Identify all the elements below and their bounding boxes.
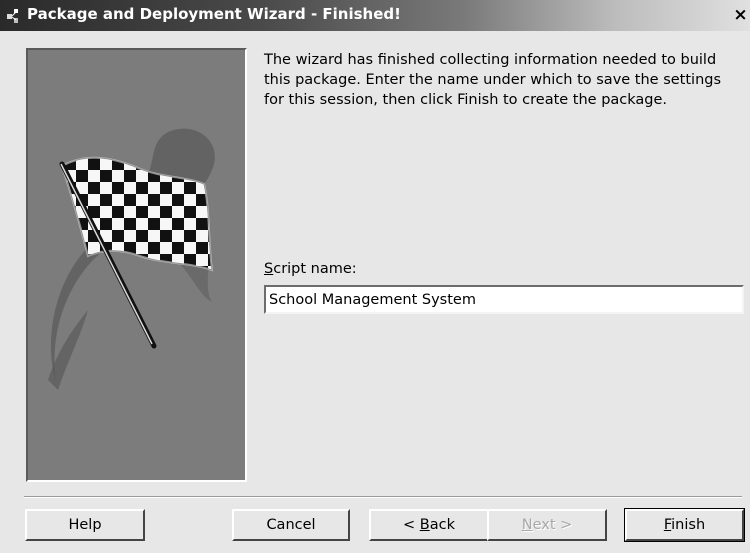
window-title: Package and Deployment Wizard - Finished… [27, 5, 401, 23]
next-button-label: ext > [532, 517, 573, 533]
back-button-mnemonic: B [419, 517, 430, 533]
back-button[interactable]: < Back [369, 509, 489, 541]
finish-button[interactable]: Finish [624, 508, 745, 542]
cancel-button-label: Cancel [266, 517, 316, 533]
close-icon: × [733, 5, 748, 25]
script-name-label-text: cript name: [273, 261, 357, 277]
title-bar[interactable]: Package and Deployment Wizard - Finished… [0, 0, 750, 31]
script-name-label: Script name: [264, 261, 357, 277]
help-button[interactable]: Help [25, 509, 145, 541]
next-button[interactable]: Next > [487, 509, 607, 541]
next-button-mnemonic: N [521, 517, 533, 533]
wizard-illustration-panel [26, 48, 247, 482]
wizard-window: Package and Deployment Wizard - Finished… [0, 0, 750, 553]
finish-description: The wizard has finished collecting infor… [264, 52, 722, 108]
script-name-input[interactable] [264, 285, 744, 314]
close-button[interactable]: × [731, 4, 750, 26]
package-wizard-icon [7, 9, 18, 23]
cancel-button[interactable]: Cancel [232, 509, 350, 541]
checkered-flag-icon [48, 128, 215, 390]
button-divider [24, 496, 742, 498]
back-button-arrow: < [403, 517, 420, 533]
help-button-label: Help [68, 517, 102, 533]
back-button-label: ack [429, 517, 455, 533]
script-name-mnemonic: S [264, 261, 274, 277]
finish-button-label: inish [671, 517, 706, 533]
